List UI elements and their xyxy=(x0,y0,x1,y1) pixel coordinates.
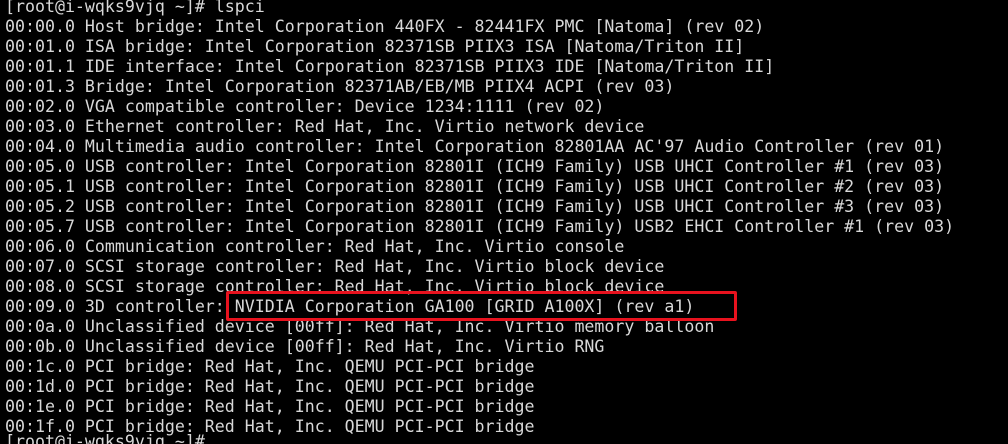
output-line: 00:0b.0 Unclassified device [00ff]: Red … xyxy=(5,337,605,356)
output-line: 00:1c.0 PCI bridge: Red Hat, Inc. QEMU P… xyxy=(5,357,535,376)
output-line: 00:00.0 Host bridge: Intel Corporation 4… xyxy=(5,17,765,36)
output-line: 00:07.0 SCSI storage controller: Red Hat… xyxy=(5,257,665,276)
output-line: 00:05.1 USB controller: Intel Corporatio… xyxy=(5,177,945,196)
output-line: 00:05.0 USB controller: Intel Corporatio… xyxy=(5,157,945,176)
output-line: 00:1d.0 PCI bridge: Red Hat, Inc. QEMU P… xyxy=(5,377,535,396)
output-line: 00:01.0 ISA bridge: Intel Corporation 82… xyxy=(5,37,745,56)
output-line: 00:04.0 Multimedia audio controller: Int… xyxy=(5,137,945,156)
output-line: 00:0a.0 Unclassified device [00ff]: Red … xyxy=(5,317,715,336)
output-line: 00:1e.0 PCI bridge: Red Hat, Inc. QEMU P… xyxy=(5,397,535,416)
output-line: 00:03.0 Ethernet controller: Red Hat, In… xyxy=(5,117,645,136)
output-line: 00:01.3 Bridge: Intel Corporation 82371A… xyxy=(5,77,675,96)
terminal-window[interactable]: [root@i-wqks9vjq ~]# lspci 00:00.0 Host … xyxy=(0,0,1008,444)
output-line: 00:02.0 VGA compatible controller: Devic… xyxy=(5,97,605,116)
next-command-prompt: [root@i-wqks9vjq ~]# xyxy=(5,432,205,444)
command-prompt: [root@i-wqks9vjq ~]# lspci xyxy=(5,0,265,16)
output-line: 00:08.0 SCSI storage controller: Red Hat… xyxy=(5,277,665,296)
output-line: 00:06.0 Communication controller: Red Ha… xyxy=(5,237,625,256)
terminal-output: [root@i-wqks9vjq ~]# lspci 00:00.0 Host … xyxy=(5,0,954,437)
output-line: 00:05.2 USB controller: Intel Corporatio… xyxy=(5,197,945,216)
output-line: 00:01.1 IDE interface: Intel Corporation… xyxy=(5,57,775,76)
output-line: 00:05.7 USB controller: Intel Corporatio… xyxy=(5,217,955,236)
gpu-device-line: 00:09.0 3D controller: NVIDIA Corporatio… xyxy=(5,297,695,316)
